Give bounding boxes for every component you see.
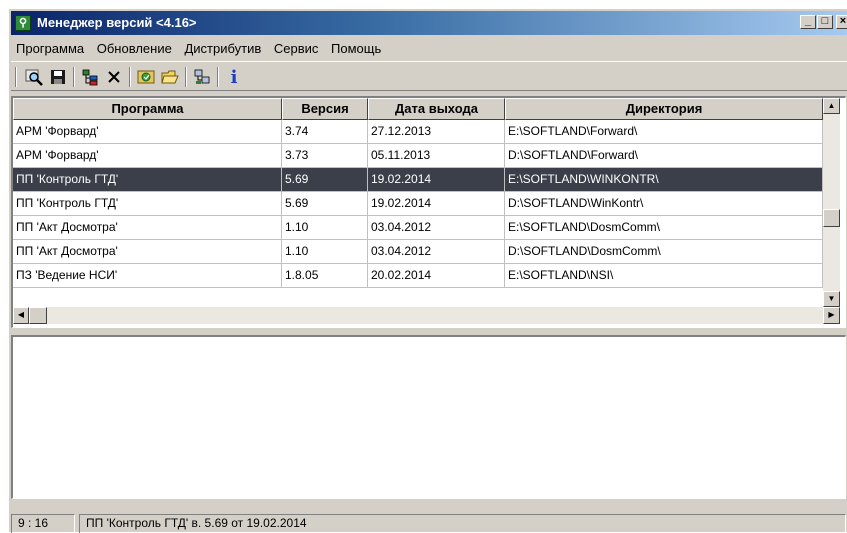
delete-icon[interactable] [103, 66, 125, 88]
menu-update[interactable]: Обновление [92, 37, 176, 56]
status-message: ПП 'Контроль ГТД' в. 5.69 от 19.02.2014 [79, 514, 846, 533]
cell-directory: D:\SOFTLAND\Forward\ [505, 144, 823, 168]
table-row[interactable]: ПП 'Акт Досмотра' 1.10 03.04.2012 D:\SOF… [13, 240, 823, 264]
cell-version: 1.8.05 [282, 264, 368, 288]
search-icon[interactable] [23, 66, 45, 88]
cell-directory: E:\SOFTLAND\Forward\ [505, 120, 823, 144]
scroll-down-button[interactable]: ▼ [823, 291, 840, 307]
menu-service[interactable]: Сервис [269, 37, 323, 56]
column-header-program[interactable]: Программа [13, 98, 282, 120]
toolbar-separator [129, 67, 131, 87]
cell-program: ПЗ 'Ведение НСИ' [13, 264, 282, 288]
cell-directory: E:\SOFTLAND\DosmComm\ [505, 216, 823, 240]
cell-version: 1.10 [282, 216, 368, 240]
cell-program: ПП 'Акт Досмотра' [13, 216, 282, 240]
cell-program: АРМ 'Форвард' [13, 120, 282, 144]
menu-help[interactable]: Помощь [326, 37, 385, 56]
cell-version: 1.10 [282, 240, 368, 264]
scroll-left-button[interactable]: ◀ [13, 307, 29, 324]
cell-version: 5.69 [282, 168, 368, 192]
cell-directory: E:\SOFTLAND\NSI\ [505, 264, 823, 288]
toolbar: i [11, 61, 847, 91]
tree-icon[interactable] [79, 66, 101, 88]
status-position: 9 : 16 [11, 514, 75, 533]
cell-directory: D:\SOFTLAND\DosmComm\ [505, 240, 823, 264]
menu-program[interactable]: Программа [11, 37, 88, 56]
cell-date: 03.04.2012 [368, 240, 505, 264]
cell-version: 3.74 [282, 120, 368, 144]
table-row[interactable]: АРМ 'Форвард' 3.74 27.12.2013 E:\SOFTLAN… [13, 120, 823, 144]
menu-distribution[interactable]: Дистрибутив [179, 37, 265, 56]
cell-date: 19.02.2014 [368, 168, 505, 192]
cell-date: 19.02.2014 [368, 192, 505, 216]
cell-version: 5.69 [282, 192, 368, 216]
toolbar-separator [217, 67, 219, 87]
minimize-button[interactable]: _ [800, 15, 816, 29]
cell-directory: D:\SOFTLAND\WinKontr\ [505, 192, 823, 216]
horizontal-scroll-thumb[interactable] [29, 307, 47, 324]
cell-date: 05.11.2013 [368, 144, 505, 168]
vertical-scroll-thumb[interactable] [823, 209, 840, 227]
menu-bar: Программа Обновление Дистрибутив Сервис … [11, 37, 847, 59]
cell-program: ПП 'Контроль ГТД' [13, 192, 282, 216]
table-row[interactable]: ПП 'Акт Досмотра' 1.10 03.04.2012 E:\SOF… [13, 216, 823, 240]
status-bar: 9 : 16 ПП 'Контроль ГТД' в. 5.69 от 19.0… [11, 512, 847, 533]
column-header-date[interactable]: Дата выхода [368, 98, 505, 120]
cell-program: ПП 'Акт Досмотра' [13, 240, 282, 264]
cell-date: 03.04.2012 [368, 216, 505, 240]
cell-version: 3.73 [282, 144, 368, 168]
maximize-button[interactable]: □ [817, 15, 833, 29]
save-icon[interactable] [47, 66, 69, 88]
toolbar-separator [73, 67, 75, 87]
close-button[interactable]: × [836, 15, 847, 29]
cell-directory: E:\SOFTLAND\WINKONTR\ [505, 168, 823, 192]
versions-grid: Программа Версия Дата выхода Директория … [11, 96, 846, 328]
network-icon[interactable] [191, 66, 213, 88]
info-icon[interactable]: i [223, 66, 245, 88]
column-header-directory[interactable]: Директория [505, 98, 823, 120]
scroll-up-button[interactable]: ▲ [823, 98, 840, 114]
title-bar[interactable]: ⚲ Менеджер версий <4.16> _ □ × [11, 11, 847, 35]
table-row[interactable]: АРМ 'Форвард' 3.73 05.11.2013 D:\SOFTLAN… [13, 144, 823, 168]
cell-program: АРМ 'Форвард' [13, 144, 282, 168]
refresh-icon[interactable] [135, 66, 157, 88]
table-row[interactable]: ПЗ 'Ведение НСИ' 1.8.05 20.02.2014 E:\SO… [13, 264, 823, 288]
open-folder-icon[interactable] [159, 66, 181, 88]
app-icon[interactable]: ⚲ [15, 15, 31, 31]
cell-program: ПП 'Контроль ГТД' [13, 168, 282, 192]
grid-header: Программа Версия Дата выхода Директория [13, 98, 823, 120]
cell-date: 27.12.2013 [368, 120, 505, 144]
table-row[interactable]: ПП 'Контроль ГТД' 5.69 19.02.2014 D:\SOF… [13, 192, 823, 216]
app-window: ⚲ Менеджер версий <4.16> _ □ × Программа… [8, 8, 847, 533]
toolbar-grip [15, 67, 17, 87]
horizontal-scrollbar[interactable]: ◀ ▶ [13, 307, 840, 324]
column-header-version[interactable]: Версия [282, 98, 368, 120]
details-panel [11, 335, 846, 499]
toolbar-separator [185, 67, 187, 87]
table-row-selected[interactable]: ПП 'Контроль ГТД' 5.69 19.02.2014 E:\SOF… [13, 168, 823, 192]
window-title: Менеджер версий <4.16> [37, 15, 197, 30]
cell-date: 20.02.2014 [368, 264, 505, 288]
scroll-right-button[interactable]: ▶ [823, 307, 840, 324]
vertical-scrollbar[interactable]: ▲ ▼ [823, 98, 840, 307]
